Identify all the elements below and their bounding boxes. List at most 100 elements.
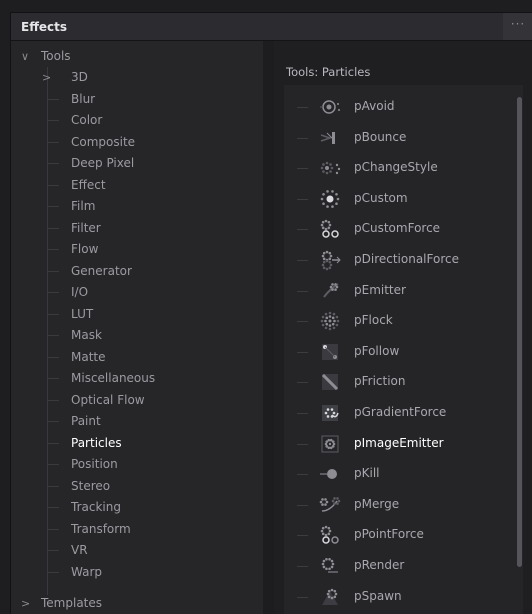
tool-item-pFlock[interactable]: pFlock [284,306,516,336]
tree-item-label: Effect [71,177,106,192]
tool-item-pEmitter[interactable]: pEmitter [284,276,516,306]
list-branch-line [297,260,308,261]
tool-label: pCustomForce [354,221,441,236]
merge-icon [318,493,342,517]
tool-item-pGradientForce[interactable]: pGradientForce [284,398,516,428]
tree-branch-line [47,98,59,100]
tree-item-label: Deep Pixel [71,156,135,170]
tool-label: pBounce [354,129,407,144]
tool-item-pChangeStyle[interactable]: pChangeStyle [284,153,516,183]
tool-item-pFollow[interactable]: pFollow [284,337,516,367]
emitter-icon [318,279,342,303]
tree-item-label: Blur [71,91,96,106]
tool-label: pPointForce [354,527,424,542]
tree-branch-line [47,120,59,121]
tool-label: pDirectionalForce [354,252,459,266]
tree-item-label: Templates [41,596,103,610]
tool-item-pPointForce[interactable]: pPointForce [284,520,516,550]
render-icon [318,554,342,578]
tools-list: pAvoid pBounce pChangeStyle pCustom pCustomF… [284,85,523,614]
tree-branch-line [47,141,59,143]
tree-branch-line [47,485,59,487]
tool-label: pCustom [354,190,408,205]
tool-label: pRender [354,558,405,572]
tree-item-label: Color [71,113,103,127]
tool-label: pFollow [354,343,400,358]
tool-item-pImageEmitter[interactable]: pImageEmitter [284,429,516,459]
tree-branch-line [47,313,59,315]
tree-branch-line [47,378,59,379]
list-branch-line [297,229,308,231]
kill-icon [318,462,342,486]
category-tree: ∨ Tools >3D Blur Color Composite Deep Pixel E… [11,41,263,614]
tree-item-label: Position [71,457,118,471]
tool-item-pDirectionalForce[interactable]: pDirectionalForce [284,245,516,275]
tree-item-label: Transform [71,521,131,536]
tree-branch-line [47,550,59,551]
tree-branch-line [47,335,59,336]
list-branch-line [297,504,308,506]
ellipsis-icon[interactable]: ··· [503,13,532,40]
tree-branch-line [47,292,59,293]
list-branch-line [297,107,308,108]
chevron-right-icon[interactable]: > [42,67,51,88]
tree-branch-line [47,421,59,422]
avoid-icon [318,95,342,119]
tree-item-label: Optical Flow [71,392,145,407]
tool-label: pFlock [354,313,393,328]
tree-branch-line [47,184,59,186]
list-branch-line [297,168,308,170]
tool-label: pFriction [354,374,406,389]
list-branch-line [297,413,308,414]
tree-item-label: I/O [71,285,89,299]
tree-branch-line [47,270,59,272]
tree-branch-line [47,507,59,508]
tool-item-pMerge[interactable]: pMerge [284,490,516,520]
effects-panel: Effects ··· ∨ Tools >3D Blur Color Composit… [10,12,532,614]
tool-item-pSpawn[interactable]: pSpawn [284,582,516,612]
tree-guide-line [47,67,48,595]
tool-item-pKill[interactable]: pKill [284,459,516,489]
list-branch-line [297,351,308,353]
tool-item-pAvoid[interactable]: pAvoid [284,92,516,122]
tree-item-label: Composite [71,134,136,149]
list-branch-line [297,321,308,323]
scrollbar[interactable] [517,97,522,567]
chevron-right-icon[interactable]: > [21,593,30,614]
tree-item-label: LUT [71,306,94,321]
chevron-down-icon[interactable]: ∨ [21,46,29,67]
tool-label: pEmitter [354,282,406,297]
tool-label: pChangeStyle [354,160,438,175]
tree-item-label: VR [71,543,88,557]
tool-item-pFriction[interactable]: pFriction [284,367,516,397]
change-style-icon [318,156,342,180]
gradient-force-icon [318,401,342,425]
tree-root-label: Tools [41,49,71,63]
list-branch-line [297,443,308,445]
bounce-icon [318,126,342,150]
tree-item-label: Paint [71,414,101,428]
tool-item-pCustom[interactable]: pCustom [284,184,516,214]
tree-branch-line [47,442,59,444]
follow-icon [318,340,342,364]
tool-item-pBounce[interactable]: pBounce [284,123,516,153]
friction-icon [318,370,342,394]
tool-label: pGradientForce [354,405,447,419]
tree-item-label: Stereo [71,478,111,493]
custom-force-icon [318,217,342,241]
tools-pane: Tools: Particles pAvoid pBounce pChangeSty… [274,41,532,614]
list-branch-line [297,535,308,537]
panel-title: Effects [21,20,68,34]
tool-item-pRender[interactable]: pRender [284,551,516,581]
list-branch-line [297,474,308,476]
list-branch-line [297,198,308,200]
tool-label: pImageEmitter [354,435,444,450]
image-emitter-icon [318,432,342,456]
pane-divider[interactable] [263,41,274,614]
tree-branch-line [47,571,59,573]
tree-item-label: Film [71,199,96,213]
tree-branch-line [47,464,59,465]
tool-label: pAvoid [354,99,395,113]
tool-item-pCustomForce[interactable]: pCustomForce [284,214,516,244]
tool-label: pMerge [354,496,400,511]
